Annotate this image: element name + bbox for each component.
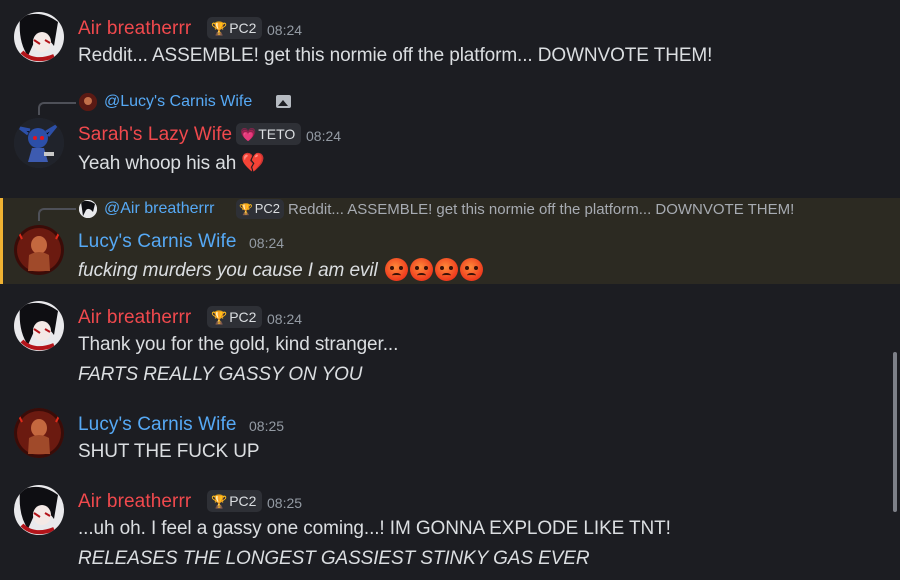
- reply-mention[interactable]: @Air breatherrr: [104, 200, 215, 218]
- message-text: RELEASES THE LONGEST GASSIEST STINKY GAS…: [78, 548, 590, 569]
- role-tag[interactable]: 🏆 PC2: [207, 17, 263, 39]
- reply-mention[interactable]: @Lucy's Carnis Wife: [104, 93, 252, 111]
- angry-face-icon: [384, 258, 408, 281]
- timestamp: 08:24: [249, 235, 285, 251]
- timestamp: 08:24: [267, 311, 303, 327]
- angry-face-icon: [434, 258, 458, 281]
- avatar-image: [14, 485, 64, 535]
- author-name[interactable]: Air breatherrr: [78, 18, 191, 40]
- trophy-icon: 🏆: [239, 204, 253, 216]
- avatar-air-breatherrr[interactable]: [14, 12, 64, 62]
- trophy-icon: 🏆: [211, 494, 228, 509]
- author-name[interactable]: Lucy's Carnis Wife: [78, 231, 237, 253]
- author-name[interactable]: Sarah's Lazy Wife: [78, 124, 232, 146]
- role-tag[interactable]: 💗 TETO: [236, 123, 302, 145]
- avatar-sarahs-lazy-wife[interactable]: [14, 118, 64, 168]
- role-tag[interactable]: 🏆 PC2: [207, 306, 263, 328]
- timestamp: 08:24: [267, 22, 303, 38]
- avatar-image: [14, 225, 64, 275]
- author-name[interactable]: Lucy's Carnis Wife: [78, 414, 237, 436]
- scrollbar-thumb[interactable]: [893, 352, 897, 512]
- message-text: Thank you for the gold, kind stranger...: [78, 334, 399, 355]
- reply-connector: [38, 102, 76, 115]
- trophy-icon: 🏆: [211, 21, 228, 36]
- image-icon: [276, 95, 291, 108]
- angry-face-icon: [409, 258, 433, 281]
- timestamp: 08:24: [306, 128, 342, 144]
- role-tag[interactable]: 🏆 PC2: [207, 490, 263, 512]
- avatar-air-breatherrr[interactable]: [14, 485, 64, 535]
- angry-face-icon: [459, 258, 483, 281]
- timestamp: 08:25: [267, 495, 303, 511]
- avatar-lucys-carnis-wife[interactable]: [14, 225, 64, 275]
- avatar-image: [14, 408, 64, 458]
- avatar-image: [14, 301, 64, 351]
- message-text: Yeah whoop his ah 💔: [78, 153, 265, 174]
- avatar-lucys-carnis-wife[interactable]: [14, 408, 64, 458]
- author-name[interactable]: Air breatherrr: [78, 491, 191, 513]
- reply-avatar: [79, 93, 97, 111]
- message-text: fucking murders you cause I am evil: [78, 258, 483, 282]
- avatar-image: [14, 118, 64, 168]
- message-text: SHUT THE FUCK UP: [78, 441, 260, 462]
- message-text: ...uh oh. I feel a gassy one coming...! …: [78, 518, 671, 539]
- heart-icon: 💗: [240, 127, 257, 142]
- message-text: FARTS REALLY GASSY ON YOU: [78, 364, 363, 385]
- reply-avatar: [79, 200, 97, 218]
- author-name[interactable]: Air breatherrr: [78, 307, 191, 329]
- timestamp: 08:25: [249, 418, 285, 434]
- reply-role-tag[interactable]: 🏆 PC2: [236, 199, 284, 219]
- avatar-image: [14, 12, 64, 62]
- broken-heart-icon: 💔: [241, 153, 265, 174]
- message-text: Reddit... ASSEMBLE! get this normie off …: [78, 45, 713, 66]
- trophy-icon: 🏆: [211, 310, 228, 325]
- reply-preview-text[interactable]: Reddit... ASSEMBLE! get this normie off …: [288, 201, 794, 218]
- avatar-air-breatherrr[interactable]: [14, 301, 64, 351]
- reply-connector: [38, 208, 76, 221]
